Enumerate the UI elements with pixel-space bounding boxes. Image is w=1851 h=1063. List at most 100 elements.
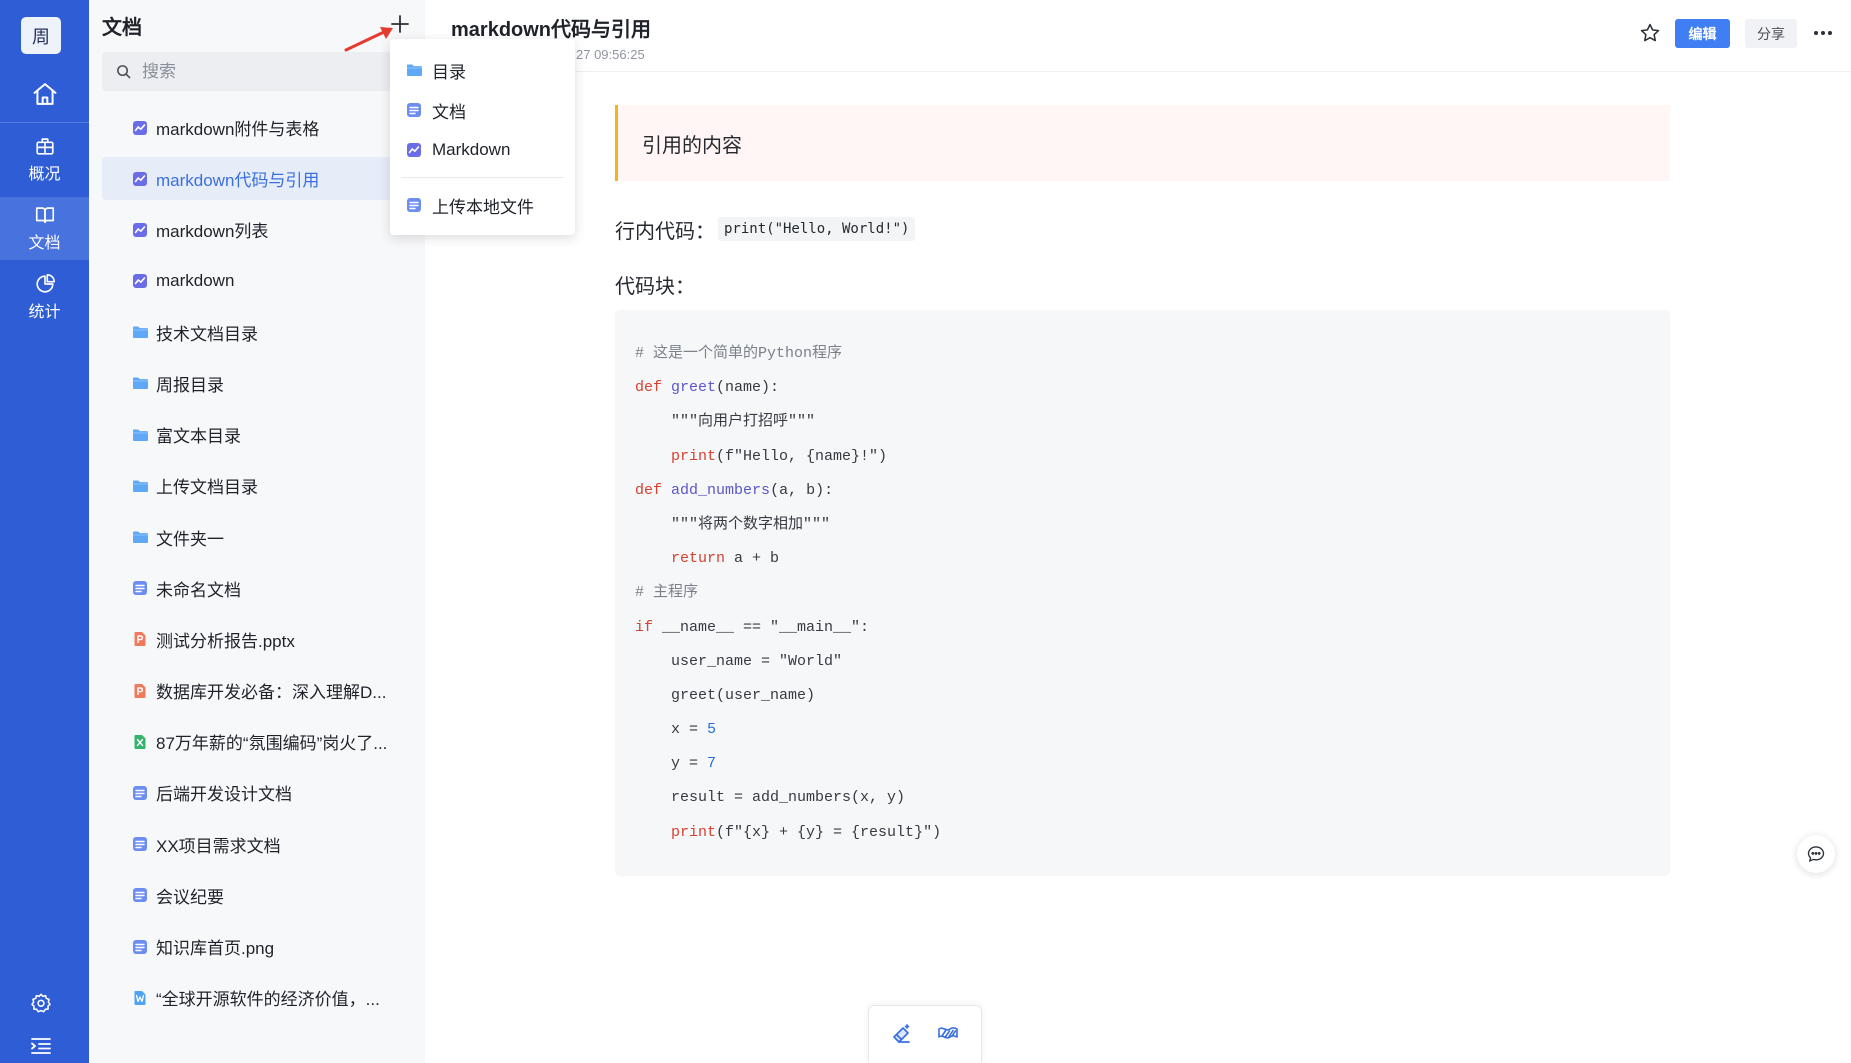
eraser-button[interactable]: [889, 1021, 915, 1047]
pie-chart-icon: [34, 273, 56, 295]
menu-item-label: Markdown: [432, 140, 511, 159]
sidebar-item-label: 上传文档目录: [156, 478, 258, 498]
sidebar-item[interactable]: 未命名文档: [102, 567, 425, 610]
code-line: # 这是一个简单的Python程序: [635, 337, 1650, 371]
more-button[interactable]: [1812, 22, 1834, 44]
sidebar-item-label: 富文本目录: [156, 427, 241, 447]
sidebar-item-label: 周报目录: [156, 375, 224, 395]
more-dots-icon: [1812, 22, 1834, 44]
code-token: def: [635, 481, 663, 499]
doc-icon: [132, 939, 148, 955]
favorite-button[interactable]: [1639, 22, 1661, 44]
striped-flag-button[interactable]: [935, 1021, 961, 1047]
blockquote: 引用的内容: [615, 105, 1670, 181]
code-token: greet: [671, 379, 717, 397]
sidebar-item-label: markdown列表: [156, 222, 269, 242]
sidebar-item[interactable]: 后端开发设计文档: [102, 771, 425, 814]
rail-divider: [0, 122, 89, 123]
sidebar-item[interactable]: 会议纪要: [102, 874, 425, 917]
add-dropdown-menu: 目录 文档 Markdown 上传本地文件: [390, 39, 575, 235]
doc-icon: [132, 785, 148, 801]
settings-button[interactable]: [30, 992, 52, 1014]
edit-button[interactable]: 编辑: [1675, 19, 1730, 48]
sidebar-item[interactable]: 数据库开发必备：深入理解D...: [102, 669, 425, 712]
page-title: markdown代码与引用: [451, 19, 652, 41]
share-button[interactable]: 分享: [1745, 19, 1797, 48]
menu-item-label: 目录: [432, 62, 466, 82]
code-line: user_name = "World": [635, 645, 1650, 679]
rail-item-documents[interactable]: 文档: [0, 197, 89, 260]
menu-item-directory[interactable]: 目录: [398, 50, 567, 90]
markdown-icon: [132, 273, 148, 289]
floating-toolbar: [868, 1005, 982, 1062]
menu-item-document[interactable]: 文档: [398, 90, 567, 130]
avatar[interactable]: 周: [21, 17, 61, 54]
folder-icon: [132, 529, 148, 545]
code-token: 7: [707, 755, 717, 773]
annotation-arrow: [344, 27, 393, 52]
markdown-icon: [132, 222, 148, 238]
sidebar-item[interactable]: 文件夹一: [102, 516, 425, 559]
sidebar-item[interactable]: “全球开源软件的经济价值，...: [102, 976, 425, 1019]
code-line: greet(user_name): [635, 679, 1650, 713]
code-token: 5: [707, 721, 717, 739]
menu-item-upload-local-file[interactable]: 上传本地文件: [398, 185, 567, 225]
sidebar-item[interactable]: 技术文档目录: [102, 311, 425, 354]
folder-icon: [132, 427, 148, 443]
code-line: y = 7: [635, 747, 1650, 781]
folder-icon: [132, 375, 148, 391]
rail-item-label: 统计: [28, 304, 61, 321]
doc-icon: [132, 836, 148, 852]
comment-button[interactable]: [1797, 835, 1835, 873]
star-icon: [1639, 22, 1661, 44]
updated-timestamp: 27 09:56:25: [576, 47, 645, 62]
menu-item-label: 上传本地文件: [432, 197, 534, 217]
menu-item-markdown[interactable]: Markdown: [398, 130, 567, 170]
sidebar-item[interactable]: markdown列表: [102, 208, 425, 251]
inline-code-label: 行内代码：: [615, 221, 715, 243]
sidebar-item-label: markdown代码与引用: [156, 171, 320, 191]
code-line: def add_numbers(a, b):: [635, 474, 1650, 508]
sidebar-item-label: 测试分析报告.pptx: [156, 631, 295, 651]
code-token: return: [671, 550, 726, 568]
code-token: y =: [635, 755, 708, 773]
rail-item-label: 概况: [28, 166, 61, 183]
code-block: # 这是一个简单的Python程序 def greet(name): """向用户…: [615, 310, 1670, 876]
code-token: greet(user_name): [635, 686, 816, 704]
sidebar-item[interactable]: 周报目录: [102, 362, 425, 405]
folder-icon: [406, 62, 422, 78]
markdown-icon: [132, 171, 148, 187]
sidebar-title: 文档: [102, 17, 142, 39]
striped-flag-icon: [936, 1022, 960, 1046]
search-input[interactable]: [140, 60, 390, 83]
sidebar-item[interactable]: 上传文档目录: [102, 464, 425, 507]
code-token: # 主程序: [635, 584, 699, 602]
sidebar-item-label: 后端开发设计文档: [156, 785, 292, 805]
sidebar-item[interactable]: 知识库首页.png: [102, 925, 425, 968]
sidebar-item-label: markdown附件与表格: [156, 120, 320, 139]
collapse-menu-button[interactable]: [30, 1036, 52, 1058]
rail-item-statistics[interactable]: 统计: [0, 266, 89, 329]
sidebar-item-label: 会议纪要: [156, 887, 224, 907]
sidebar-item-label: XX项目需求文档: [156, 836, 281, 856]
sidebar-item[interactable]: 87万年薪的“氛围编码”岗火了...: [102, 720, 425, 763]
sidebar-item[interactable]: XX项目需求文档: [102, 823, 425, 866]
code-token: (a, b):: [770, 481, 834, 499]
code-line: print(f"{x} + {y} = {result}"): [635, 816, 1650, 850]
sidebar-item[interactable]: markdown: [102, 260, 425, 303]
sidebar-item[interactable]: 测试分析报告.pptx: [102, 618, 425, 661]
rail-item-overview[interactable]: 概况: [0, 128, 89, 191]
code-token: (f"{x} + {y} = {result}"): [716, 823, 942, 841]
sidebar-item[interactable]: markdown代码与引用: [102, 157, 425, 201]
sidebar-item[interactable]: markdown附件与表格: [102, 106, 425, 149]
home-icon: [31, 80, 59, 108]
rail-home[interactable]: [0, 72, 89, 116]
code-line: # 主程序: [635, 576, 1650, 610]
sidebar-item[interactable]: 富文本目录: [102, 413, 425, 456]
word-icon: [132, 990, 148, 1006]
blockquote-text: 引用的内容: [642, 134, 742, 157]
